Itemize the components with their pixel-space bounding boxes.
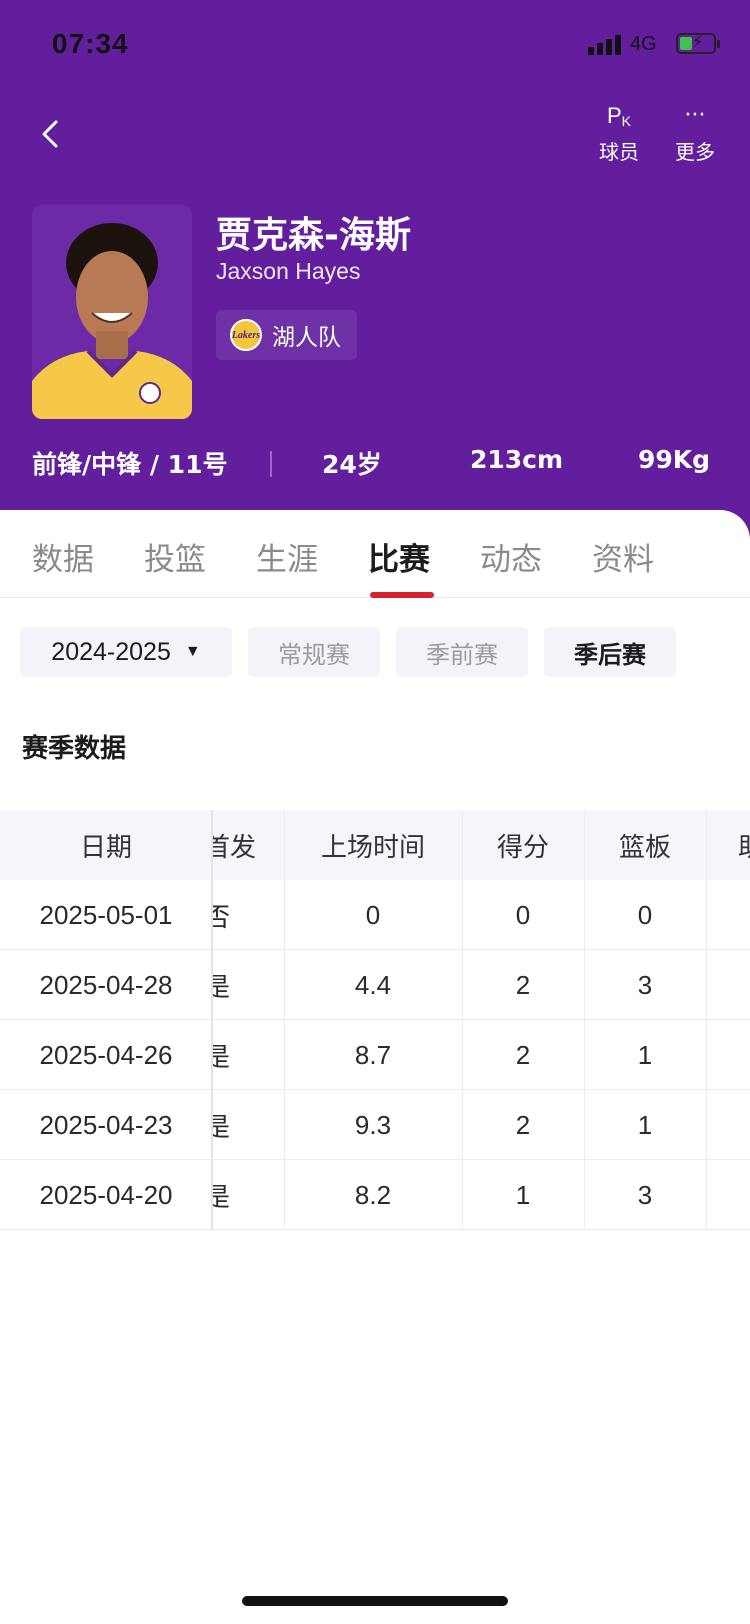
cell-date: 2025-04-26 bbox=[39, 1039, 173, 1070]
cell-starter: 是 bbox=[212, 1090, 284, 1160]
cell-rebounds: 1 bbox=[637, 1039, 653, 1070]
filter-preseason[interactable]: 季前赛 bbox=[396, 627, 528, 677]
cell-points: 1 bbox=[515, 1179, 531, 1210]
cell-date: 2025-04-23 bbox=[39, 1109, 173, 1140]
table-row[interactable]: 2025-04-20 是 8.2 1 3 bbox=[0, 1160, 750, 1230]
player-info-row: 前锋/中锋 / 11号 24岁 213cm 99Kg bbox=[0, 445, 750, 485]
more-label: 更多 bbox=[675, 140, 715, 164]
table-row[interactable]: 2025-05-01 否 0 0 0 bbox=[0, 880, 750, 950]
section-title: 赛季数据 bbox=[22, 734, 127, 764]
pk-label: 球员 bbox=[599, 140, 639, 164]
tab-bar: 数据 投篮 生涯 比赛 动态 资料 bbox=[0, 510, 750, 598]
pk-button[interactable]: PK 球员 bbox=[584, 100, 654, 170]
cell-starter: 否 bbox=[212, 880, 284, 950]
cell-date: 2025-04-28 bbox=[39, 969, 173, 1000]
cell-minutes: 0 bbox=[365, 899, 381, 930]
tab-news[interactable]: 动态 bbox=[480, 534, 542, 579]
team-chip[interactable]: Lakers 湖人队 bbox=[216, 310, 357, 360]
tab-profile[interactable]: 资料 bbox=[592, 534, 654, 579]
team-name: 湖人队 bbox=[272, 325, 341, 351]
cell-starter-value: 否 bbox=[212, 902, 231, 933]
cell-starter: 是 bbox=[212, 1160, 284, 1230]
player-age: 24岁 bbox=[322, 450, 382, 479]
more-button[interactable]: ··· 更多 bbox=[660, 100, 730, 170]
cell-points: 0 bbox=[515, 899, 531, 930]
cell-rebounds: 0 bbox=[637, 899, 653, 930]
network-type: 4G bbox=[630, 33, 657, 55]
header-assists[interactable]: 助 bbox=[706, 810, 750, 880]
cell-starter: 是 bbox=[212, 1020, 284, 1090]
player-name-english: Jaxson Hayes bbox=[216, 258, 361, 284]
tab-shooting[interactable]: 投篮 bbox=[144, 534, 206, 579]
player-header: 07:34 4G ⚡ PK 球员 ··· 更多 贾克森-海斯 Jaxson Ha… bbox=[0, 0, 750, 540]
cell-minutes: 8.2 bbox=[354, 1179, 392, 1210]
home-indicator bbox=[242, 1596, 508, 1606]
cell-rebounds: 3 bbox=[637, 969, 653, 1000]
tab-data[interactable]: 数据 bbox=[32, 534, 94, 579]
cell-rebounds: 3 bbox=[637, 1179, 653, 1210]
status-time: 07:34 bbox=[52, 28, 129, 59]
status-bar: 07:34 4G ⚡ bbox=[0, 0, 750, 90]
cell-points: 2 bbox=[515, 969, 531, 1000]
season-value: 2024-2025 bbox=[51, 637, 171, 666]
pk-icon: PK bbox=[606, 103, 632, 129]
content-panel: 数据 投篮 生涯 比赛 动态 资料 2024-2025 ▼ 常规赛 季前赛 季后… bbox=[0, 510, 750, 1624]
lakers-logo-icon: Lakers bbox=[230, 319, 262, 351]
season-dropdown[interactable]: 2024-2025 ▼ bbox=[20, 627, 232, 677]
cell-points: 2 bbox=[515, 1039, 531, 1070]
filter-regular-season[interactable]: 常规赛 bbox=[248, 627, 380, 677]
cell-points: 2 bbox=[515, 1109, 531, 1140]
column-divider bbox=[706, 810, 707, 1230]
header-rebounds[interactable]: 篮板 bbox=[584, 810, 706, 880]
player-weight: 99Kg bbox=[638, 445, 711, 474]
header-date[interactable]: 日期 bbox=[0, 810, 212, 880]
frozen-column-edge bbox=[211, 810, 213, 1230]
cell-rebounds: 1 bbox=[637, 1109, 653, 1140]
cell-minutes: 4.4 bbox=[354, 969, 392, 1000]
cell-starter-value: 是 bbox=[212, 1042, 231, 1073]
header-points[interactable]: 得分 bbox=[462, 810, 584, 880]
more-icon: ··· bbox=[684, 103, 706, 128]
filter-playoffs[interactable]: 季后赛 bbox=[544, 627, 676, 677]
battery-icon: ⚡ bbox=[676, 32, 720, 54]
cell-minutes: 8.7 bbox=[354, 1039, 392, 1070]
chevron-left-icon bbox=[42, 120, 58, 148]
table-row[interactable]: 2025-04-26 是 8.7 2 1 bbox=[0, 1020, 750, 1090]
player-height: 213cm bbox=[470, 445, 564, 474]
column-divider bbox=[584, 810, 585, 1230]
cell-starter-value: 是 bbox=[212, 1112, 231, 1143]
game-log-table: 日期 首发 上场时间 得分 篮板 助 2025-05-01 否 0 0 0 20… bbox=[0, 810, 750, 1230]
player-name: 贾克森-海斯 bbox=[216, 215, 411, 256]
divider bbox=[270, 451, 272, 477]
table-header: 日期 首发 上场时间 得分 篮板 助 bbox=[0, 810, 750, 880]
tab-games[interactable]: 比赛 bbox=[368, 534, 430, 579]
signal-icon bbox=[588, 33, 624, 55]
player-avatar bbox=[32, 205, 192, 419]
back-button[interactable] bbox=[30, 108, 70, 158]
table-row[interactable]: 2025-04-23 是 9.3 2 1 bbox=[0, 1090, 750, 1160]
position-number: 前锋/中锋 / 11号 bbox=[32, 450, 228, 479]
active-tab-indicator bbox=[370, 592, 434, 598]
table-row[interactable]: 2025-04-28 是 4.4 2 3 bbox=[0, 950, 750, 1020]
tab-career[interactable]: 生涯 bbox=[256, 534, 318, 579]
column-divider bbox=[462, 810, 463, 1230]
cell-date: 2025-05-01 bbox=[39, 899, 173, 930]
caret-down-icon: ▼ bbox=[184, 643, 201, 660]
cell-starter: 是 bbox=[212, 950, 284, 1020]
column-divider bbox=[284, 810, 285, 1230]
header-starter[interactable]: 首发 bbox=[212, 810, 284, 880]
cell-starter-value: 是 bbox=[212, 1182, 231, 1213]
header-minutes[interactable]: 上场时间 bbox=[284, 810, 462, 880]
cell-minutes: 9.3 bbox=[354, 1109, 392, 1140]
header-starter-label: 首发 bbox=[212, 832, 257, 863]
cell-starter-value: 是 bbox=[212, 972, 231, 1003]
cell-date: 2025-04-20 bbox=[39, 1179, 173, 1210]
